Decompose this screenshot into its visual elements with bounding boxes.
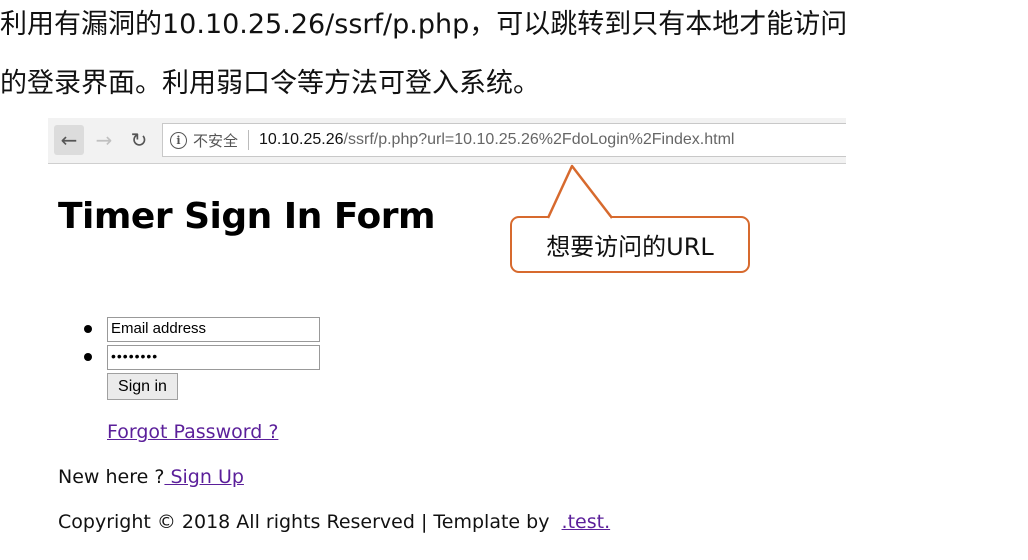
callout-pointer (546, 164, 613, 221)
